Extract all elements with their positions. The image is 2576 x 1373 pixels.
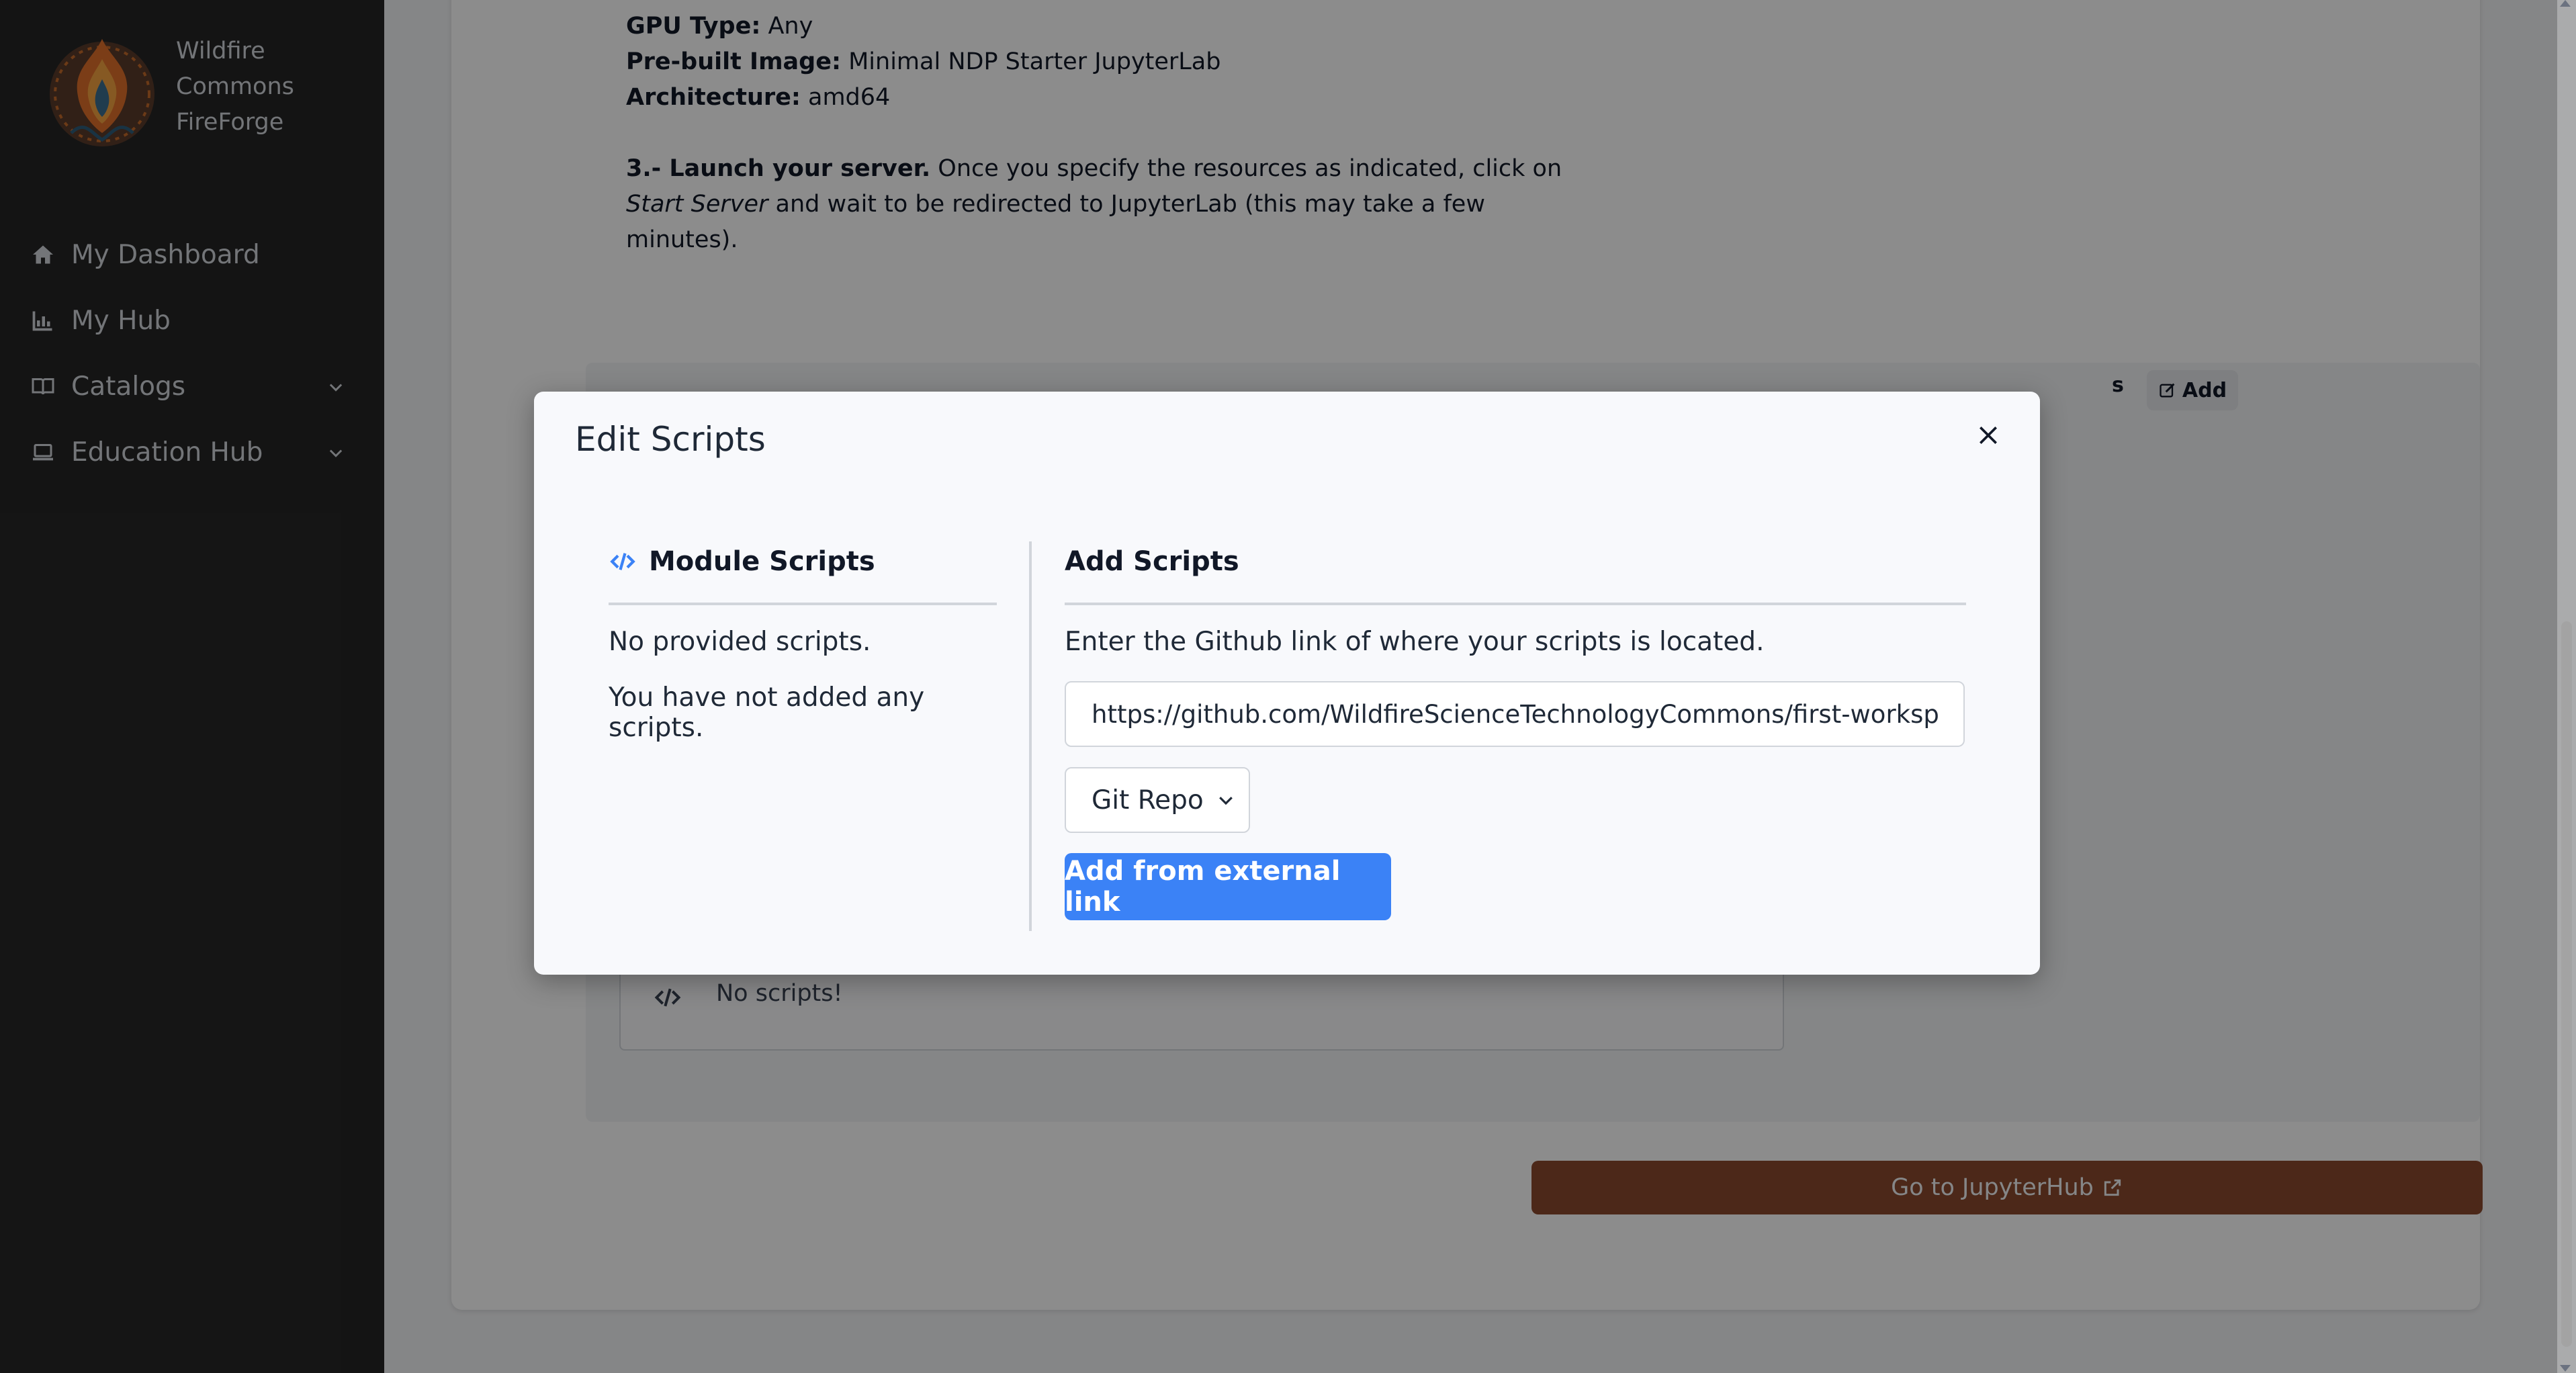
- module-scripts-title: Module Scripts: [649, 546, 875, 577]
- scroll-up-arrow-icon[interactable]: [2560, 0, 2571, 7]
- column-divider: [1029, 541, 1032, 931]
- no-added-scripts-text: You have not added any scripts.: [609, 682, 925, 743]
- scrollbar[interactable]: [2557, 0, 2576, 1373]
- modal-title: Edit Scripts: [575, 420, 766, 459]
- add-scripts-heading: Add Scripts: [1065, 538, 1966, 605]
- no-provided-scripts-text: No provided scripts.: [609, 627, 871, 657]
- close-button[interactable]: [1968, 415, 2008, 455]
- add-scripts-section: Add Scripts Enter the Github link of whe…: [1065, 538, 1966, 920]
- github-url-input[interactable]: [1065, 681, 1965, 747]
- add-scripts-title: Add Scripts: [1065, 546, 1239, 577]
- add-from-external-link-button[interactable]: Add from external link: [1065, 853, 1391, 920]
- code-icon: [610, 553, 635, 570]
- chevron-down-icon: [1218, 797, 1233, 805]
- close-icon: [1980, 427, 1997, 444]
- script-source-value: Git Repo: [1092, 785, 1204, 815]
- script-source-select[interactable]: Git Repo: [1065, 767, 1250, 833]
- scrollbar-thumb[interactable]: [2561, 621, 2572, 1347]
- edit-scripts-modal: Edit Scripts Module Scripts No provided …: [534, 392, 2040, 975]
- scroll-down-arrow-icon[interactable]: [2560, 1365, 2571, 1372]
- add-scripts-description: Enter the Github link of where your scri…: [1065, 627, 1765, 657]
- module-scripts-section: Module Scripts No provided scripts. You …: [609, 538, 997, 743]
- module-scripts-heading: Module Scripts: [609, 538, 997, 605]
